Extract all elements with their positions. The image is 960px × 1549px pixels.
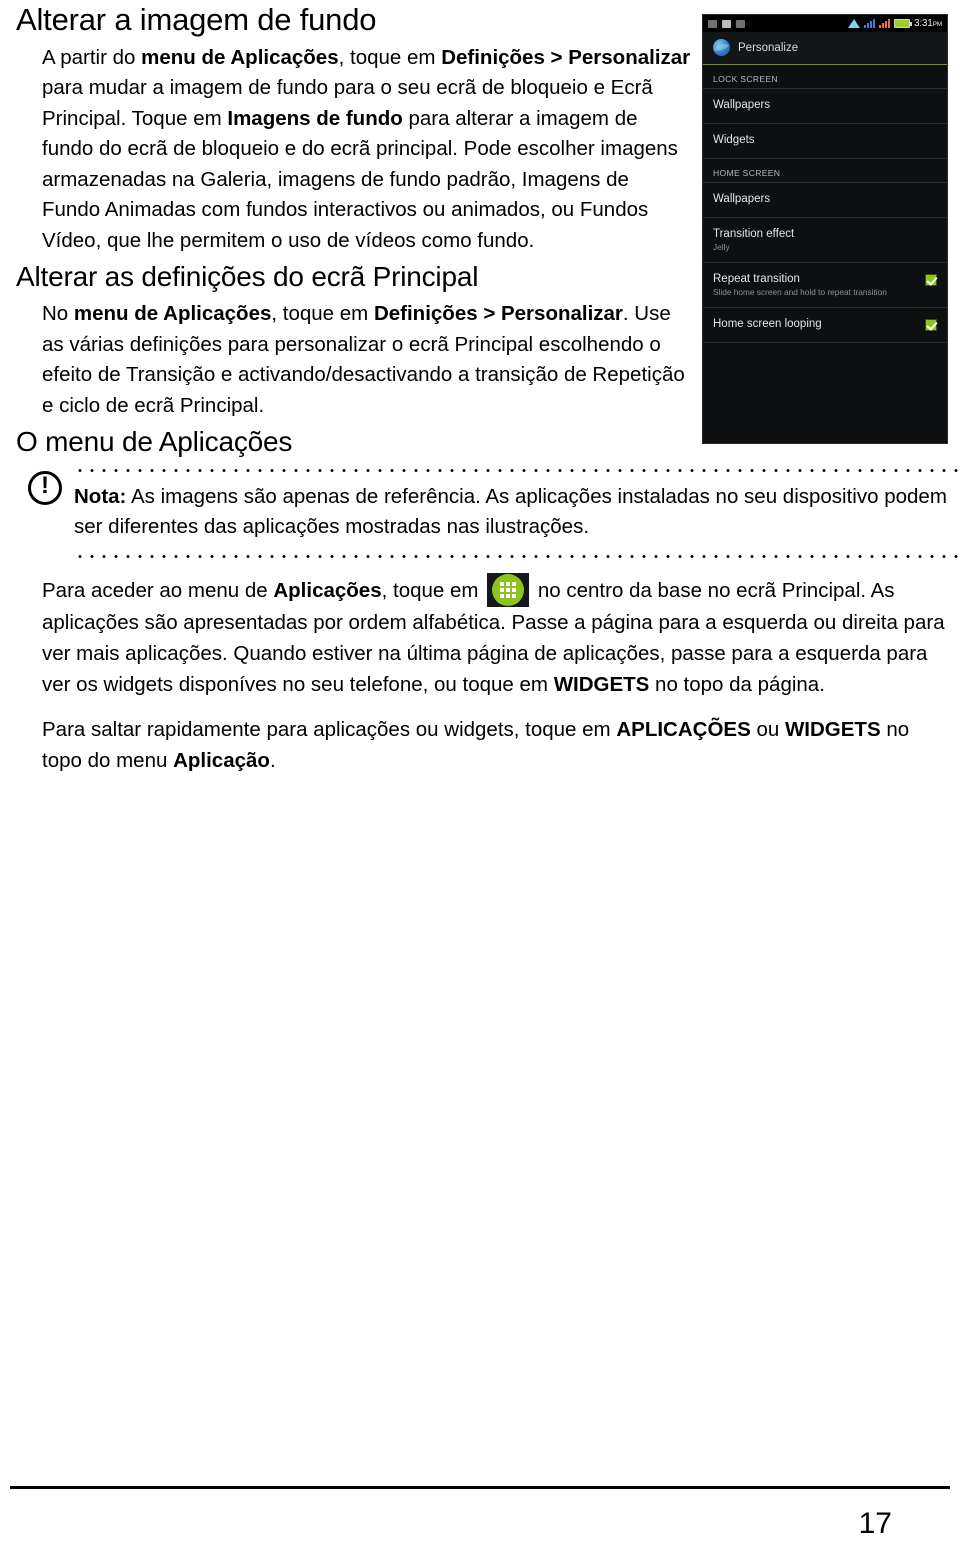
- phone-setting-row[interactable]: Wallpapers: [703, 183, 947, 218]
- p4-bold-1: Aplicações: [273, 578, 382, 602]
- p1-text-1: A partir do: [42, 45, 142, 69]
- clock-time: 3:31: [913, 18, 933, 29]
- lower-content: Para aceder ao menu de Aplicações, toque…: [12, 572, 948, 776]
- note-body: As imagens são apenas de referência. As …: [74, 484, 947, 539]
- sim-card-icon: [708, 19, 717, 28]
- p1-bold-3: Imagens de fundo: [227, 106, 403, 130]
- row-label: Wallpapers: [713, 99, 771, 111]
- page-number: 17: [858, 1507, 892, 1540]
- phone-app-title: Personalize: [738, 41, 799, 54]
- personalize-globe-icon: [713, 39, 730, 56]
- screenshot-image-icon: [722, 19, 731, 28]
- row-text: Wallpapers: [713, 98, 937, 112]
- p5-bold-2: WIDGETS: [784, 717, 881, 741]
- note-text: Nota: As imagens são apenas de referênci…: [74, 482, 948, 543]
- p1-text-2: , toque em: [338, 45, 442, 69]
- p5-bold-1: APLICAÇÕES: [616, 717, 751, 741]
- p5-text-4: .: [269, 748, 276, 772]
- p4-text-4: no topo da página.: [649, 672, 825, 696]
- phone-status-bar: 3:31PM: [703, 15, 947, 32]
- wifi-icon: [847, 19, 860, 28]
- p2-bold-2: Definições > Personalizar: [373, 302, 623, 326]
- p5-text-1: Para saltar rapidamente para aplicações …: [42, 717, 617, 741]
- signal-bars-alt-icon: [878, 19, 890, 28]
- row-sublabel: Slide home screen and hold to repeat tra…: [713, 287, 887, 297]
- row-text: Repeat transition Slide home screen and …: [713, 272, 925, 298]
- p2-bold-1: menu de Aplicações: [73, 302, 272, 326]
- note-divider-top: [74, 468, 960, 472]
- phone-screenshot: 3:31PM Personalize LOCK SCREEN Wallpaper…: [702, 14, 948, 444]
- row-text: Widgets: [713, 133, 937, 147]
- p2-text-2: , toque em: [271, 302, 374, 326]
- phone-setting-row[interactable]: Transition effect Jelly: [703, 218, 947, 263]
- note-label: Nota:: [74, 484, 127, 508]
- battery-icon: [893, 19, 912, 28]
- clock-ampm: PM: [932, 21, 943, 28]
- row-label: Home screen looping: [713, 318, 822, 330]
- status-left-icons: [708, 19, 745, 28]
- row-sublabel: Jelly: [713, 242, 730, 252]
- p4-bold-2: WIDGETS: [553, 672, 650, 696]
- row-text: Transition effect Jelly: [713, 227, 937, 253]
- checkbox-checked-icon[interactable]: [925, 274, 937, 286]
- phone-setting-row[interactable]: Home screen looping: [703, 308, 947, 343]
- phone-setting-row[interactable]: Widgets: [703, 124, 947, 159]
- row-label: Widgets: [713, 134, 755, 146]
- signal-bars-icon: [863, 19, 875, 28]
- phone-empty-area: [703, 343, 947, 403]
- row-text: Wallpapers: [713, 192, 937, 206]
- paragraph-apps-access: Para aceder ao menu de Aplicações, toque…: [42, 572, 948, 700]
- phone-setting-row[interactable]: Wallpapers: [703, 89, 947, 124]
- p1-bold-1: menu de Aplicações: [141, 45, 339, 69]
- row-label: Transition effect: [713, 228, 795, 240]
- p5-bold-3: Aplicação: [173, 748, 270, 772]
- row-text: Home screen looping: [713, 317, 925, 331]
- phone-section-home-screen: HOME SCREEN: [703, 159, 947, 183]
- p1-bold-2: Definições > Personalizar: [441, 45, 691, 69]
- p4-text-1: Para aceder ao menu de: [42, 578, 274, 602]
- exclamation-glyph: !: [41, 471, 49, 499]
- p2-text-1: No: [42, 302, 74, 326]
- note-callout: ! Nota: As imagens são apenas de referên…: [12, 468, 960, 569]
- paragraph-jump-apps-widgets: Para saltar rapidamente para aplicações …: [42, 714, 948, 776]
- p5-text-2: ou: [750, 717, 785, 741]
- phone-app-header: Personalize: [703, 32, 947, 65]
- exclamation-circle-icon: !: [28, 470, 62, 505]
- apps-icon-grid: [500, 581, 517, 598]
- checkbox-checked-icon[interactable]: [925, 319, 937, 331]
- document-page: 3:31PM Personalize LOCK SCREEN Wallpaper…: [0, 3, 960, 1549]
- note-divider-bottom: [74, 554, 960, 558]
- footer-divider: [10, 1486, 950, 1489]
- row-label: Repeat transition: [713, 273, 800, 285]
- sd-card-icon: [736, 19, 745, 28]
- status-clock: 3:31PM: [914, 18, 942, 29]
- apps-grid-icon: [487, 572, 530, 607]
- status-right-icons: 3:31PM: [847, 18, 942, 29]
- phone-section-lock-screen: LOCK SCREEN: [703, 65, 947, 89]
- phone-setting-row[interactable]: Repeat transition Slide home screen and …: [703, 263, 947, 308]
- row-label: Wallpapers: [713, 193, 771, 205]
- p4-text-2: , toque em: [381, 578, 485, 602]
